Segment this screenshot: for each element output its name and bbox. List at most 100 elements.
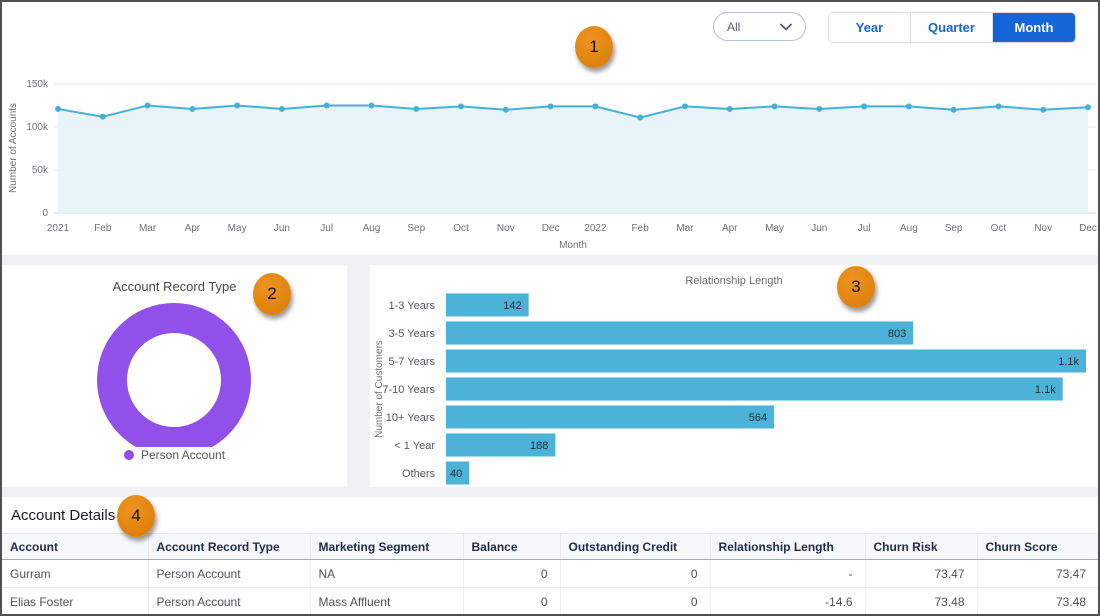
svg-text:1.1k: 1.1k [1058, 356, 1079, 368]
data-point[interactable] [682, 103, 688, 109]
svg-text:Nov: Nov [497, 223, 515, 234]
data-point[interactable] [906, 103, 912, 109]
svg-text:Sep: Sep [945, 223, 963, 234]
table-cell: 73.48 [977, 588, 1098, 616]
data-point[interactable] [816, 106, 822, 112]
data-point[interactable] [189, 106, 195, 112]
data-point[interactable] [772, 103, 778, 109]
svg-text:2022: 2022 [584, 223, 607, 234]
table-row: GurramPerson AccountNA00-73.4773.47 [2, 560, 1098, 588]
year-button[interactable]: Year [829, 13, 911, 42]
svg-text:40: 40 [450, 468, 462, 480]
svg-text:Dec: Dec [1079, 223, 1097, 234]
accounts-line-chart[interactable]: 050k100k150k2021FebMarAprMayJunJulAugSep… [2, 42, 1098, 254]
column-header: Churn Risk [865, 534, 977, 560]
svg-text:Mar: Mar [139, 223, 157, 234]
table-cell: Elias Foster [2, 588, 148, 616]
svg-text:May: May [228, 223, 247, 234]
svg-text:Number of Customers: Number of Customers [374, 340, 385, 438]
table-cell: 73.48 [865, 588, 977, 616]
data-point[interactable] [234, 103, 240, 109]
svg-text:Others: Others [402, 468, 436, 480]
annotation-badge-2: 2 [253, 273, 291, 315]
bar-segment[interactable] [446, 350, 1086, 373]
svg-text:142: 142 [503, 300, 521, 312]
dashboard: All Year Quarter Month 050k100k150k2021F… [0, 0, 1100, 616]
bar-segment[interactable] [446, 406, 774, 429]
annotation-badge-3: 3 [837, 266, 875, 308]
account-record-type-card: Account Record Type Person Account [2, 265, 347, 487]
svg-text:7-10 Years: 7-10 Years [382, 384, 435, 396]
data-point[interactable] [55, 106, 61, 112]
account-record-type-donut-chart[interactable] [2, 297, 347, 447]
account-details-card: Account Details AccountAccount Record Ty… [2, 497, 1098, 614]
donut-slice-person-account[interactable] [112, 318, 236, 442]
svg-text:Jul: Jul [858, 223, 871, 234]
data-point[interactable] [861, 103, 867, 109]
line-area-fill [58, 106, 1088, 214]
svg-text:10+ Years: 10+ Years [386, 412, 436, 424]
svg-text:Apr: Apr [185, 223, 201, 234]
table-cell: Gurram [2, 560, 148, 588]
quarter-button[interactable]: Quarter [911, 13, 993, 42]
data-point[interactable] [368, 103, 374, 109]
table-cell: NA [310, 560, 463, 588]
svg-text:2021: 2021 [47, 223, 70, 234]
person-account-legend-dot [124, 450, 134, 460]
table-cell: Person Account [148, 560, 310, 588]
data-point[interactable] [324, 103, 330, 109]
bar-segment[interactable] [446, 322, 913, 345]
bar-segment[interactable] [446, 378, 1063, 401]
data-point[interactable] [279, 106, 285, 112]
data-point[interactable] [458, 103, 464, 109]
data-point[interactable] [1085, 104, 1091, 110]
table-cell: Person Account [148, 588, 310, 616]
table-cell: 0 [463, 560, 560, 588]
annotation-badge-4: 4 [117, 495, 155, 537]
column-header: Marketing Segment [310, 534, 463, 560]
data-point[interactable] [503, 107, 509, 113]
data-point[interactable] [951, 107, 957, 113]
data-point[interactable] [637, 115, 643, 121]
svg-text:188: 188 [530, 440, 548, 452]
month-button[interactable]: Month [993, 13, 1075, 42]
table-row: Elias FosterPerson AccountMass Affluent0… [2, 588, 1098, 616]
table-cell: 0 [463, 588, 560, 616]
svg-text:Feb: Feb [632, 223, 650, 234]
column-header: Outstanding Credit [560, 534, 710, 560]
table-cell: -14.6 [710, 588, 865, 616]
relationship-length-card: Relationship Length 1-3 Years1423-5 Year… [370, 265, 1098, 487]
accounts-timeline-card: All Year Quarter Month 050k100k150k2021F… [2, 2, 1098, 255]
account-details-table: AccountAccount Record TypeMarketing Segm… [2, 533, 1098, 616]
table-cell: 73.47 [977, 560, 1098, 588]
data-point[interactable] [592, 103, 598, 109]
svg-text:564: 564 [749, 412, 767, 424]
table-cell: 73.47 [865, 560, 977, 588]
data-point[interactable] [100, 114, 106, 120]
data-point[interactable] [995, 103, 1001, 109]
filter-dropdown-value: All [727, 20, 740, 34]
data-point[interactable] [413, 106, 419, 112]
svg-text:< 1 Year: < 1 Year [394, 440, 435, 452]
svg-text:0: 0 [42, 208, 48, 219]
data-point[interactable] [145, 103, 151, 109]
svg-text:803: 803 [888, 328, 906, 340]
data-point[interactable] [727, 106, 733, 112]
filter-dropdown[interactable]: All [713, 12, 806, 41]
svg-text:Apr: Apr [722, 223, 738, 234]
data-point[interactable] [1040, 107, 1046, 113]
data-point[interactable] [548, 103, 554, 109]
svg-text:Jun: Jun [274, 223, 290, 234]
svg-text:Number of Accounts: Number of Accounts [8, 103, 19, 193]
time-grain-toggle: Year Quarter Month [828, 12, 1076, 43]
svg-text:Oct: Oct [991, 223, 1007, 234]
person-account-legend-label: Person Account [141, 448, 225, 462]
svg-text:150k: 150k [26, 79, 49, 90]
table-cell: Mass Affluent [310, 588, 463, 616]
svg-text:Nov: Nov [1034, 223, 1052, 234]
svg-text:Feb: Feb [94, 223, 112, 234]
svg-text:Jun: Jun [811, 223, 827, 234]
relationship-length-bar-chart[interactable]: 1-3 Years1423-5 Years8035-7 Years1.1k7-1… [370, 265, 1098, 487]
svg-text:Sep: Sep [407, 223, 425, 234]
column-header: Balance [463, 534, 560, 560]
